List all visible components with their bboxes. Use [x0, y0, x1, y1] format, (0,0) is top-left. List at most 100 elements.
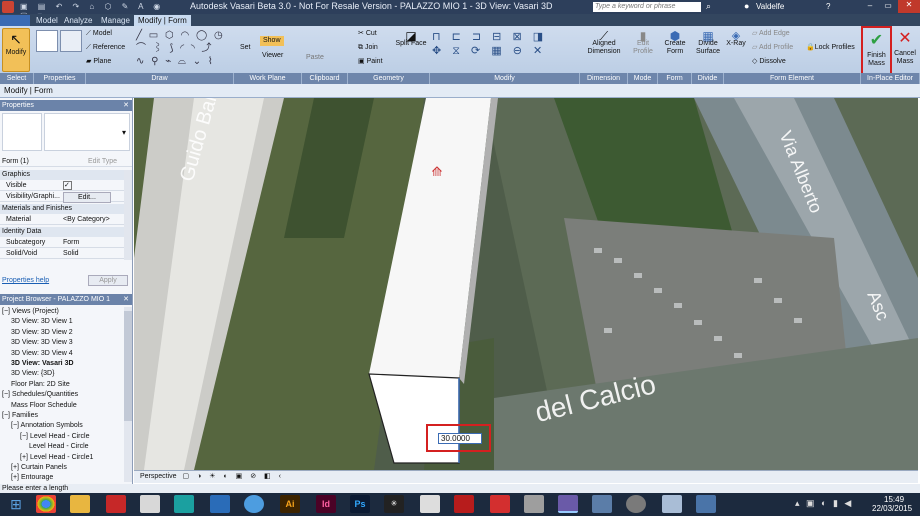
start-button-icon[interactable]: ⊞	[6, 495, 26, 513]
browser-tree-item[interactable]: 3D View: 3D View 1	[11, 317, 73, 327]
edit-type-button[interactable]: Edit Type	[88, 156, 117, 167]
show-workplane-button[interactable]: Show	[260, 36, 284, 46]
browser-tree-item[interactable]: [−] Schedules/Quantities	[2, 390, 78, 400]
browser-tree-item[interactable]: 3D View: 3D View 2	[11, 328, 73, 338]
tab-manage[interactable]: Manage	[97, 15, 134, 26]
browser-tree-item[interactable]: 3D View: 3D View 3	[11, 338, 73, 348]
browser-tree-item[interactable]: [−] Families	[2, 411, 38, 421]
group-graphics[interactable]: Graphics	[0, 170, 124, 180]
browser-tree-item[interactable]: 3D View: 3D View 4	[11, 349, 73, 359]
collapse-icon[interactable]: [−]	[11, 422, 21, 429]
browser-tree-item[interactable]: Floor Plan: 2D Site	[11, 380, 70, 390]
visible-checkbox[interactable]: ✓	[63, 181, 72, 190]
collapse-icon[interactable]: [−]	[2, 412, 12, 419]
browser-tree-item[interactable]: [+] Curtain Panels	[11, 463, 67, 473]
clock-time[interactable]: 15:49	[884, 495, 904, 504]
browser-tree-item[interactable]: [+] Entourage	[11, 473, 53, 482]
browser-tree-item[interactable]: 3D View: Vasari 3D	[11, 359, 74, 369]
autocad-icon[interactable]	[106, 495, 126, 513]
photoshop-icon[interactable]: Ps	[350, 495, 370, 513]
expand-icon[interactable]: [+]	[11, 474, 21, 481]
binoculars-icon[interactable]: ⌕	[706, 1, 711, 12]
paint-button[interactable]: ▣ Paint	[358, 58, 383, 66]
vasari-active-icon[interactable]	[558, 495, 578, 513]
browser-scrollbar[interactable]	[124, 307, 132, 482]
type-selector-dropdown[interactable]: ▾	[44, 113, 130, 151]
revit-icon[interactable]	[210, 495, 230, 513]
dissolve-button[interactable]: ◇ Dissolve	[752, 58, 786, 66]
tab-modify-form[interactable]: Modify | Form	[134, 15, 191, 26]
application-menu[interactable]	[0, 15, 30, 26]
close-icon[interactable]: ✕	[123, 100, 129, 111]
expand-icon[interactable]: [+]	[11, 464, 21, 471]
browser-tree-item[interactable]: [−] Annotation Symbols	[11, 421, 83, 431]
system-tray-icons[interactable]: ▴ ▣ ◐ ▮ ◀	[795, 498, 853, 509]
file-explorer-icon[interactable]	[70, 495, 90, 513]
apply-button[interactable]: Apply	[88, 275, 128, 286]
illustrator-icon[interactable]: Ai	[280, 495, 300, 513]
sketchup-icon[interactable]	[140, 495, 160, 513]
user-icon[interactable]: ●	[744, 1, 749, 11]
properties-button[interactable]	[36, 30, 58, 52]
cut-button[interactable]: ✂ Cut	[358, 30, 377, 38]
chrome-icon[interactable]	[36, 495, 56, 513]
panel-label-dimension[interactable]: Dimension	[580, 73, 628, 84]
help-icon[interactable]: ?	[826, 2, 830, 11]
browser-tree-item[interactable]: [+] Level Head - Circle1	[20, 453, 93, 463]
xray-button[interactable]: ◈ X-Ray	[724, 31, 748, 48]
edit-profile-button[interactable]: ▮ Edit Profile	[630, 30, 656, 56]
group-materials[interactable]: Materials and Finishes	[0, 204, 124, 214]
search-input[interactable]: Type a keyword or phrase	[593, 2, 701, 12]
acrobat-icon[interactable]	[490, 495, 510, 513]
picture-app-icon[interactable]	[662, 495, 682, 513]
viewer-button[interactable]: Viewer	[262, 52, 283, 60]
modify-button[interactable]: ↖ Modify	[2, 28, 30, 72]
collapse-icon[interactable]: [−]	[2, 391, 12, 398]
join-button[interactable]: ⧉ Join	[358, 44, 378, 52]
properties-help-link[interactable]: Properties help	[2, 277, 49, 284]
app-icon-red[interactable]	[454, 495, 474, 513]
3d-viewport[interactable]: Guido Banti di Nerva Via Alberto Asc del…	[134, 98, 918, 470]
properties-scrollbar[interactable]	[124, 170, 132, 260]
create-form-button[interactable]: ⬢ Create Form	[660, 30, 690, 56]
screen-app-icon[interactable]	[592, 495, 612, 513]
reference-plane-button[interactable]: ▰ Plane	[86, 58, 111, 66]
collapse-icon[interactable]: [−]	[2, 308, 12, 315]
instance-filter-dropdown[interactable]: Form (1) Edit Type	[0, 156, 132, 167]
expand-icon[interactable]: [+]	[20, 454, 30, 461]
star-app-icon[interactable]: ✳	[384, 495, 404, 513]
browser-tree-item[interactable]: [−] Views (Project)	[2, 307, 59, 317]
browser-tree-item[interactable]: Mass Floor Schedule	[11, 401, 77, 411]
split-face-button[interactable]: ◪ Split Face	[394, 30, 428, 48]
figure-app-icon[interactable]	[420, 495, 440, 513]
close-icon[interactable]: ✕	[123, 294, 129, 305]
minimize-button[interactable]: –	[862, 1, 878, 12]
panel-label-select[interactable]: Select	[0, 73, 34, 84]
group-identity[interactable]: Identity Data	[0, 227, 124, 237]
collapse-icon[interactable]: [−]	[20, 433, 30, 440]
paste-button[interactable]: Paste	[306, 54, 324, 62]
tab-analyze[interactable]: Analyze	[60, 15, 96, 26]
maximize-button[interactable]: ▭	[880, 1, 896, 12]
view-mode-label[interactable]: Perspective	[140, 473, 177, 480]
user-name[interactable]: Valdelfe	[756, 2, 784, 11]
model-line-button[interactable]: ⟋ Model	[86, 30, 112, 38]
type-properties-button[interactable]	[60, 30, 82, 52]
close-button[interactable]: ✕	[898, 0, 920, 13]
dimension-value-input[interactable]: 30.0000	[438, 433, 482, 444]
globe-icon[interactable]	[626, 495, 646, 513]
browser-tree-item[interactable]: 3D View: {3D}	[11, 369, 54, 379]
3d-control-gizmo-icon[interactable]: ⟰	[427, 164, 447, 180]
visibility-edit-button[interactable]: Edit...	[63, 192, 111, 203]
app-logo-icon[interactable]	[2, 1, 14, 13]
mass-form[interactable]	[134, 98, 918, 470]
3ds-max-icon[interactable]	[174, 495, 194, 513]
tab-model[interactable]: Model	[32, 15, 62, 26]
subcategory-value[interactable]: Form	[63, 237, 79, 248]
quick-access-toolbar[interactable]: ▣ ▤ ↶ ↷ ⌂ ⬡ ✎ A ◉ ▢ ▾	[20, 2, 170, 20]
add-edge-button[interactable]: ▱ Add Edge	[752, 30, 790, 38]
view-controls-icons[interactable]: ▢ ◑ ☀ ◐ ▣ ⊘ ◧ ‹	[183, 473, 284, 480]
reference-line-button[interactable]: ⟋ Reference	[86, 44, 125, 52]
set-workplane-button[interactable]: Set	[240, 44, 251, 52]
indesign-icon[interactable]: Id	[316, 495, 336, 513]
